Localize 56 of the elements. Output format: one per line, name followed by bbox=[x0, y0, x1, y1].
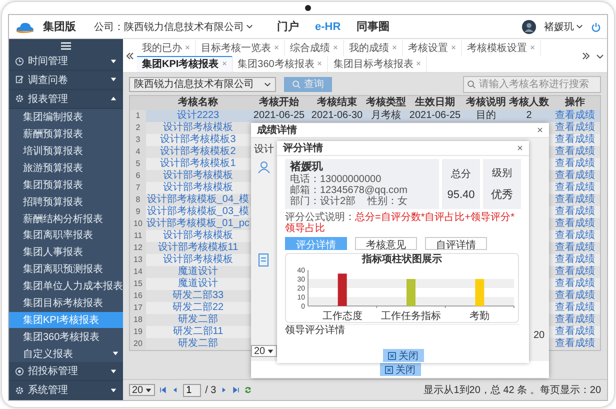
axis-label: 工作任务指标 bbox=[381, 311, 441, 322]
partial-text: 设计 bbox=[254, 142, 274, 156]
score-label: 总分 bbox=[451, 168, 471, 181]
score-value: 95.40 bbox=[447, 189, 475, 201]
axis-label: 工作态度 bbox=[322, 311, 362, 322]
dialog-title: 评分详情 bbox=[283, 141, 323, 155]
department-text: 部门：设计2部 bbox=[290, 196, 356, 207]
table-cell-text: 2021-06-25 bbox=[408, 110, 462, 122]
dialog-title: 成绩详情 bbox=[257, 123, 297, 137]
phone-text: 电话：13000000000 bbox=[290, 174, 382, 185]
column-header: 操作 bbox=[564, 97, 586, 109]
formula-text: 评分公式说明：总分=自评分数*自评占比+领导评分*领导占比 bbox=[285, 212, 516, 234]
column-header: 考核人数 bbox=[508, 97, 550, 109]
row-number: 9 bbox=[130, 206, 146, 218]
row-number: 13 bbox=[130, 254, 146, 266]
person-name: 褚媛玑 bbox=[290, 161, 324, 174]
row-number: 6 bbox=[130, 170, 146, 182]
row-number: 15 bbox=[130, 278, 146, 290]
row-number: 14 bbox=[130, 266, 146, 278]
row-number: 8 bbox=[130, 194, 146, 206]
column-header: 考核名称 bbox=[177, 97, 219, 109]
grade-value: 优秀 bbox=[491, 188, 513, 202]
column-header: 考核开始 bbox=[258, 97, 300, 109]
section-heading: 领导评分详情 bbox=[285, 324, 519, 337]
row-number: 4 bbox=[130, 146, 146, 158]
column-header: 生效日期 bbox=[414, 97, 456, 109]
column-header: 考核类型 bbox=[366, 97, 406, 109]
row-number: 7 bbox=[130, 182, 146, 194]
table-cell-text: 目的 bbox=[475, 110, 497, 122]
row-number: 18 bbox=[130, 314, 146, 326]
row-number: 2 bbox=[130, 122, 146, 134]
column-header: 考核结束 bbox=[316, 97, 358, 109]
table-cell-text: 2021-06-25 bbox=[252, 110, 306, 122]
row-number: 11 bbox=[130, 230, 146, 242]
row-number: 12 bbox=[130, 242, 146, 254]
table-cell-text: 2021-06-30 bbox=[310, 110, 364, 122]
gender-text: 性别：女 bbox=[368, 196, 408, 207]
table-cell-text: 月考核 bbox=[370, 110, 402, 122]
column-header: 考核说明 bbox=[465, 97, 507, 109]
row-number: 3 bbox=[130, 134, 146, 146]
table-cell-text: 2 bbox=[525, 110, 533, 122]
record-summary: 显示从1到20，总 42 条 。每页显示：20 bbox=[424, 384, 601, 397]
email-text: 邮箱：12345678@qq.com bbox=[290, 185, 408, 196]
row-number: 5 bbox=[130, 158, 146, 170]
row-number: 10 bbox=[130, 218, 146, 230]
grade-label: 级别 bbox=[492, 167, 512, 180]
page-total: / 3 bbox=[205, 384, 216, 396]
axis-label: 考勤 bbox=[470, 311, 490, 322]
row-number: 19 bbox=[130, 326, 146, 338]
partial-text: 20 bbox=[533, 330, 545, 341]
chart-title: 指标项柱状图展示 bbox=[362, 254, 442, 266]
row-number: 1 bbox=[130, 110, 146, 122]
brand-name: 集团版 bbox=[43, 20, 76, 34]
row-number: 16 bbox=[130, 290, 146, 302]
row-number: 20 bbox=[130, 338, 146, 350]
row-number: 17 bbox=[130, 302, 146, 314]
